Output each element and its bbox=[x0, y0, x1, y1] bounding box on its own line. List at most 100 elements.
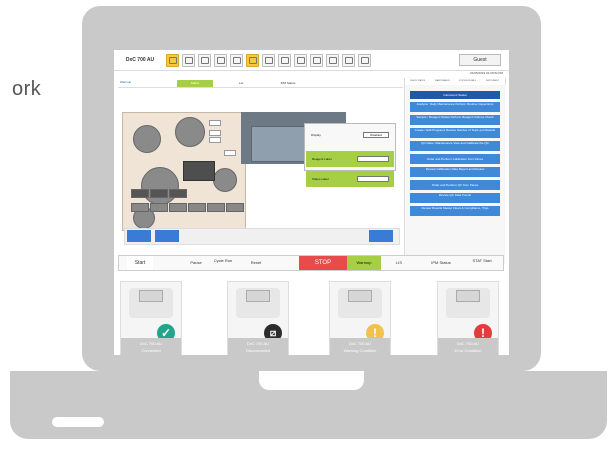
action-btn-8[interactable] bbox=[207, 203, 225, 212]
bottom-control-bar: Start Pause Cycle Run Reset STOP Warmup … bbox=[118, 255, 504, 271]
app-title: DxC 700 AU bbox=[125, 57, 155, 63]
clock-button[interactable] bbox=[342, 53, 355, 67]
action-btn-4[interactable] bbox=[131, 203, 149, 212]
action-btn-5[interactable] bbox=[150, 203, 168, 212]
device-card-disconnected: ⧄ DxC 700 AU Disconnected bbox=[227, 281, 289, 355]
right-tab-2[interactable]: MAINTENANCE bbox=[430, 78, 456, 85]
right-item-3[interactable]: Create / Edit Programs Review Number of … bbox=[410, 128, 500, 138]
right-item-9[interactable]: Review Results Master Flows & Compliance… bbox=[410, 206, 500, 216]
info-chip-mid[interactable] bbox=[155, 230, 179, 242]
subtab-ipm[interactable]: IPM Status bbox=[268, 80, 308, 87]
laptop-screen: DxC 700 AU Guest 03/25/2019 01:00:52 PM … bbox=[114, 50, 509, 355]
reagent-disk-large bbox=[175, 117, 205, 147]
device-label: DxC 700 AU Connected bbox=[121, 338, 181, 355]
status-field-input[interactable] bbox=[357, 176, 389, 182]
device-line2: Disconnected bbox=[245, 348, 271, 353]
mini-input-3[interactable] bbox=[209, 137, 221, 143]
sub-bar: Warmup Status Lot IPM Status bbox=[118, 80, 403, 88]
side-text: ork bbox=[12, 78, 42, 100]
sample-block bbox=[183, 161, 215, 181]
right-item-4[interactable]: QC Data / Maintenance View and Calibrate… bbox=[410, 141, 500, 151]
device-label: DxC 700 AU Disconnected bbox=[228, 338, 288, 355]
action-btn-9[interactable] bbox=[226, 203, 244, 212]
action-btn-1[interactable] bbox=[131, 189, 149, 198]
reagent-disk-small bbox=[133, 125, 161, 153]
routine-button[interactable] bbox=[246, 53, 259, 67]
action-btn-6[interactable] bbox=[169, 203, 187, 212]
right-item-6[interactable]: Review Calibration Data Report and Revie… bbox=[410, 167, 500, 177]
action-btn-3[interactable] bbox=[169, 189, 187, 198]
device-card-connected: ✓ DxC 700 AU Connected bbox=[120, 281, 182, 355]
reagent-button[interactable] bbox=[198, 53, 211, 67]
device-label: DxC 700 AU Error Condition bbox=[438, 338, 498, 355]
right-item-8[interactable]: Review QC Data Trends bbox=[410, 193, 500, 203]
user-button[interactable]: Guest bbox=[459, 54, 501, 66]
right-tab-3[interactable]: SYSTEM DETAILS bbox=[455, 78, 481, 85]
device-line1: DxC 700 AU bbox=[139, 341, 162, 346]
menu-icon bbox=[184, 56, 193, 64]
action-btn-7[interactable] bbox=[188, 203, 206, 212]
right-item-1[interactable]: Analyzer: Daily Maintenance Perform Rout… bbox=[410, 102, 500, 112]
pause-button[interactable]: Pause bbox=[187, 256, 205, 270]
stop-button[interactable]: STOP bbox=[299, 256, 347, 270]
device-line1: DxC 700 AU bbox=[348, 341, 371, 346]
mini-input-2[interactable] bbox=[209, 130, 221, 136]
stat-button[interactable]: STAT Start bbox=[465, 256, 499, 272]
clip-button[interactable] bbox=[310, 53, 323, 67]
subtab-lot[interactable]: Lot bbox=[223, 80, 259, 87]
warmup-button[interactable]: Warmup bbox=[347, 256, 381, 270]
device-monitor bbox=[348, 290, 372, 302]
action-btn-2[interactable] bbox=[150, 189, 168, 198]
mini-input-1[interactable] bbox=[209, 120, 221, 126]
right-tab-1[interactable]: CHECK STATUS bbox=[405, 78, 431, 85]
device-monitor bbox=[139, 290, 163, 302]
right-item-5[interactable]: Order and Perform Calibration from Panes bbox=[410, 154, 500, 164]
wrench-icon bbox=[264, 56, 273, 64]
laptop-notch bbox=[259, 371, 364, 390]
lis-button[interactable] bbox=[278, 53, 291, 67]
display-label: Display bbox=[311, 133, 321, 137]
status-field: Status Label bbox=[306, 171, 394, 187]
calibration-icon bbox=[216, 56, 225, 64]
exit-icon bbox=[360, 56, 369, 64]
cycle-run-button[interactable]: Cycle Run bbox=[211, 256, 235, 272]
start-button[interactable]: Start bbox=[127, 256, 153, 270]
lis-icon bbox=[280, 56, 289, 64]
right-head: Instrument Status bbox=[410, 91, 500, 99]
reagent-field-input[interactable] bbox=[357, 156, 389, 162]
home-button[interactable] bbox=[166, 53, 179, 67]
right-tab-4[interactable]: INSTRUMENT bbox=[480, 78, 506, 85]
exit-button[interactable] bbox=[358, 53, 371, 67]
menu-button[interactable] bbox=[182, 53, 195, 67]
info-chip-left[interactable] bbox=[127, 230, 151, 242]
device-line2: Connected bbox=[141, 348, 161, 353]
routine-icon bbox=[248, 56, 257, 64]
subtab-status[interactable]: Status bbox=[177, 80, 213, 87]
display-value[interactable]: Disabled bbox=[363, 132, 389, 138]
home-icon bbox=[168, 56, 177, 64]
mini-input-4[interactable] bbox=[224, 150, 236, 156]
ipm-button[interactable]: IPM Status bbox=[419, 256, 463, 270]
bottom-info-bar bbox=[124, 228, 400, 245]
top-bar: DxC 700 AU Guest bbox=[114, 50, 509, 71]
info-chip-right[interactable] bbox=[369, 230, 393, 242]
calibration-button[interactable] bbox=[214, 53, 227, 67]
qc-icon bbox=[232, 56, 241, 64]
help-button[interactable] bbox=[326, 53, 339, 67]
laptop-slot bbox=[52, 417, 104, 427]
reset-button[interactable]: Reset bbox=[247, 256, 265, 270]
device-line2: Error Condition bbox=[454, 348, 482, 353]
clock-icon bbox=[344, 56, 353, 64]
right-pane: CHECK STATUS MAINTENANCE SYSTEM DETAILS … bbox=[404, 78, 506, 265]
action-buttons bbox=[126, 185, 246, 233]
right-item-2[interactable]: Sample / Reagent Status Perform Reagent … bbox=[410, 115, 500, 125]
device-monitor bbox=[246, 290, 270, 302]
monitor-icon bbox=[296, 56, 305, 64]
reagent-icon bbox=[200, 56, 209, 64]
help-icon bbox=[328, 56, 337, 64]
right-item-7[interactable]: Order and Perform QC from Panes bbox=[410, 180, 500, 190]
qc-button[interactable] bbox=[230, 53, 243, 67]
lis-button[interactable]: LIS bbox=[385, 256, 413, 270]
monitor-button[interactable] bbox=[294, 53, 307, 67]
wrench-button[interactable] bbox=[262, 53, 275, 67]
